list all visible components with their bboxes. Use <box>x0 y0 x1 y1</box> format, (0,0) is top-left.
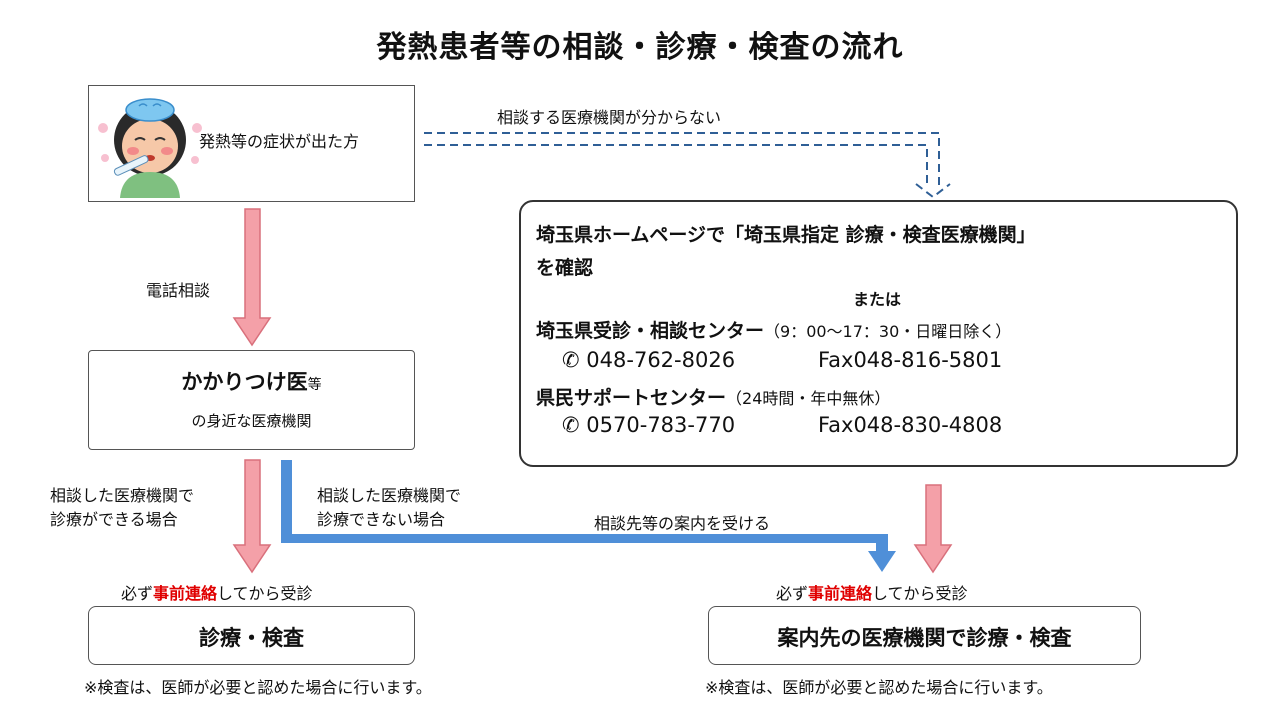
referral-label: 相談先等の案内を受ける <box>594 514 771 533</box>
center1-tel: 048-762-8026 <box>586 348 736 372</box>
contact-notice-right: 必ず事前連絡してから受診 <box>776 580 968 604</box>
center2-heading: 県民サポートセンター（24時間・年中無休） <box>536 383 890 410</box>
result-left-label: 診療・検査 <box>199 626 304 650</box>
pink-arrow-info-to-result <box>913 484 953 574</box>
notice-prefix: 必ず <box>776 584 809 603</box>
info-or: または <box>853 290 902 309</box>
notice-prefix: 必ず <box>121 584 154 603</box>
result-right-label: 案内先の医療機関で診療・検査 <box>777 626 1072 650</box>
sick-person-icon <box>98 98 202 198</box>
can-treat-label-1: 相談した医療機関で <box>50 486 195 505</box>
center1-hours: （9：00～17：30・日曜日除く） <box>764 322 1012 341</box>
pink-arrow-phone-consult <box>232 208 272 347</box>
info-line-1: 埼玉県ホームページで「埼玉県指定 診療・検査医療機関」 <box>536 224 1036 246</box>
center1-contact: ✆ 048-762-8026 <box>562 348 735 372</box>
exam-note-right: ※検査は、医師が必要と認めた場合に行います。 <box>705 678 1053 697</box>
center1-name: 埼玉県受診・相談センター <box>536 320 765 342</box>
notice-suffix: してから受診 <box>872 584 968 603</box>
center1-fax: Fax048-816-5801 <box>818 348 1003 372</box>
dashed-arrow-to-info <box>424 132 951 199</box>
phone-icon: ✆ <box>562 413 580 437</box>
center2-name: 県民サポートセンター <box>536 387 727 409</box>
family-doctor-title: かかりつけ医等 <box>88 366 415 396</box>
family-doctor-box <box>88 350 415 450</box>
patient-label: 発熱等の症状が出た方 <box>199 132 360 151</box>
center2-tel: 0570-783-770 <box>586 413 736 437</box>
notice-highlight: 事前連絡 <box>153 584 218 603</box>
center2-hours: （24時間・年中無休） <box>726 389 891 408</box>
family-doctor-suffix: 等 <box>307 377 322 393</box>
center2-contact: ✆ 0570-783-770 <box>562 413 735 437</box>
unknown-facility-label: 相談する医療機関が分からない <box>497 108 722 127</box>
family-doctor-main: かかりつけ医 <box>181 370 308 394</box>
phone-consult-label: 電話相談 <box>146 281 211 300</box>
pink-arrow-can-treat <box>232 459 272 574</box>
exam-note-left: ※検査は、医師が必要と認めた場合に行います。 <box>84 678 432 697</box>
phone-icon: ✆ <box>562 348 580 372</box>
center1-heading: 埼玉県受診・相談センター（9：00～17：30・日曜日除く） <box>536 316 1011 343</box>
info-line-2: を確認 <box>536 257 594 279</box>
center2-fax: Fax048-830-4808 <box>818 413 1003 437</box>
cannot-treat-label-2: 診療できない場合 <box>317 510 446 529</box>
family-doctor-sub: の身近な医療機関 <box>191 412 312 430</box>
can-treat-label-2: 診療ができる場合 <box>50 510 178 529</box>
cannot-treat-label-1: 相談した医療機関で <box>317 486 462 505</box>
notice-suffix: してから受診 <box>217 584 313 603</box>
contact-notice-left: 必ず事前連絡してから受診 <box>121 580 313 604</box>
notice-highlight: 事前連絡 <box>808 584 873 603</box>
